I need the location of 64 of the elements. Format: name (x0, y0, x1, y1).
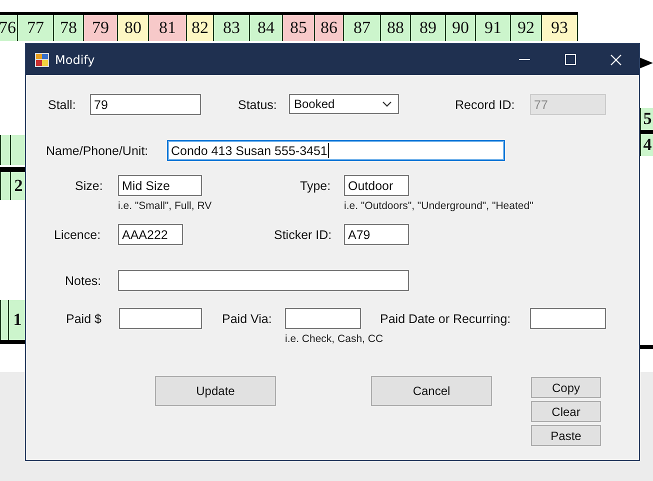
text-field[interactable]: Outdoor (344, 175, 409, 196)
text-field[interactable]: Mid Size (118, 175, 202, 196)
stall-cell[interactable]: 92 (511, 15, 542, 41)
field-label: Notes: (65, 272, 102, 290)
field-label: Status: (238, 96, 278, 114)
stall-cell[interactable]: 4 (640, 134, 653, 156)
stall-cell[interactable]: 93 (542, 15, 578, 41)
stall-cell[interactable]: 87 (344, 15, 381, 41)
stall-cell[interactable]: 83 (214, 15, 250, 41)
text-field[interactable]: AAA222 (118, 224, 183, 245)
field-label: Record ID: (455, 96, 516, 114)
text-field[interactable] (530, 308, 606, 329)
text-field[interactable] (285, 308, 361, 329)
window-title: Modify (55, 52, 96, 66)
stall-cell[interactable]: 91 (476, 15, 511, 41)
text-cursor (328, 143, 330, 158)
field-label: Stall: (48, 96, 77, 114)
stall-cell[interactable]: 86 (315, 15, 344, 41)
side-button[interactable]: Copy (531, 377, 601, 398)
field-label: Size: (75, 178, 104, 194)
stall-cell[interactable]: 5 (640, 108, 653, 130)
text-field[interactable]: A79 (344, 224, 409, 245)
stall-cell[interactable]: 77 (18, 15, 54, 41)
hint-text: i.e. Check, Cash, CC (285, 333, 384, 345)
stall-cell[interactable]: 76 (0, 15, 18, 41)
stall-cell[interactable]: 81 (149, 15, 187, 41)
stall-cell[interactable]: 88 (381, 15, 411, 41)
stall-cell[interactable] (0, 300, 8, 340)
text-field[interactable]: 79 (90, 94, 201, 115)
minimize-icon (518, 58, 530, 60)
text-field[interactable]: Condo 413 Susan 555-3451 (167, 140, 505, 161)
dialog-button[interactable]: Update (155, 376, 276, 406)
app-icon (35, 52, 49, 66)
stall-cell[interactable]: 82 (187, 15, 214, 41)
field-label: Licence: (54, 226, 102, 244)
stall-cell[interactable] (0, 135, 10, 165)
stall-cell[interactable]: 84 (250, 15, 283, 41)
hint-text: i.e. "Small", Full, RV (118, 200, 212, 212)
stall-cell[interactable]: 90 (446, 15, 476, 41)
side-button[interactable]: Clear (531, 401, 601, 422)
stall-cell[interactable]: 78 (54, 15, 84, 41)
field-label: Paid Date or Recurring: (380, 310, 512, 328)
stall-cell[interactable]: 2 (10, 172, 26, 200)
hint-text: i.e. "Outdoors", "Underground", "Heated" (344, 200, 534, 212)
field-label: Type: (300, 178, 332, 195)
field-label: Paid $ (66, 310, 102, 328)
stall-cell[interactable]: 80 (118, 15, 149, 41)
field-label: Name/Phone/Unit: (46, 142, 150, 160)
chevron-down-icon (382, 101, 392, 107)
stall-cell[interactable]: 79 (84, 15, 118, 41)
close-icon (610, 54, 622, 66)
text-field[interactable] (119, 308, 202, 329)
maximize-icon (564, 54, 576, 65)
stall-cell[interactable]: 85 (283, 15, 315, 41)
side-button[interactable]: Paste (531, 425, 601, 446)
field-label: Sticker ID: (274, 226, 333, 244)
stall-cell[interactable]: 89 (411, 15, 446, 41)
field-label: Paid Via: (222, 310, 273, 328)
status-dropdown[interactable]: Booked (289, 94, 399, 114)
text-field[interactable] (118, 270, 409, 291)
stall-cell[interactable] (0, 172, 10, 200)
dialog-button[interactable]: Cancel (371, 376, 492, 406)
stall-cell[interactable] (10, 135, 26, 165)
stall-cell[interactable]: 1 (8, 300, 26, 340)
